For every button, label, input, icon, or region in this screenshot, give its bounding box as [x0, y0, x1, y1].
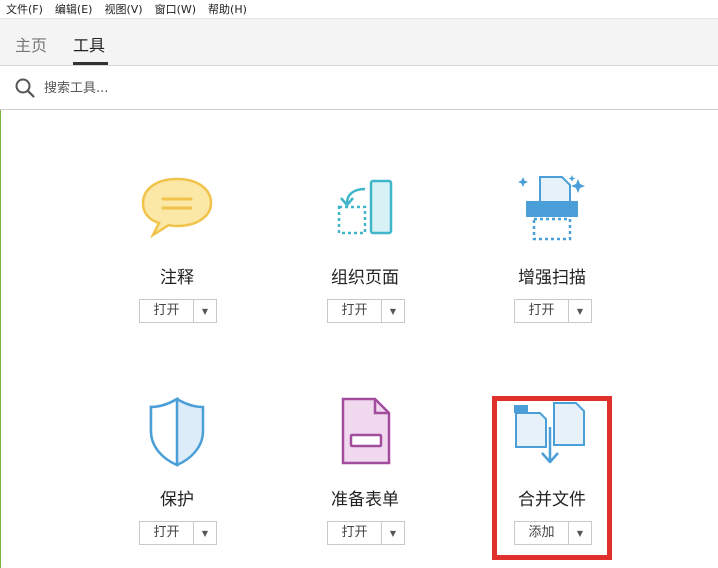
menu-help[interactable]: 帮助(H) [208, 1, 247, 17]
open-button-group: 打开 ▼ [139, 521, 217, 545]
prepare-form-icon[interactable] [325, 397, 405, 469]
enhance-scan-icon[interactable] [512, 175, 592, 247]
tool-label: 保护 [160, 490, 194, 510]
tool-label: 准备表单 [331, 490, 399, 510]
menu-view[interactable]: 视图(V) [104, 1, 142, 17]
tool-organize-pages: 组织页面 打开 ▼ [285, 175, 445, 345]
tool-enhance-scan: 增强扫描 打开 ▼ [472, 175, 632, 345]
open-button[interactable]: 打开 [140, 300, 194, 322]
open-button-group: 打开 ▼ [514, 299, 592, 323]
organize-pages-icon[interactable] [325, 175, 405, 247]
tool-protect: 保护 打开 ▼ [97, 397, 257, 567]
window-edge [0, 110, 1, 568]
open-button-group: 打开 ▼ [327, 521, 405, 545]
menu-file[interactable]: 文件(F) [6, 1, 43, 17]
tool-prepare-form: 准备表单 打开 ▼ [285, 397, 445, 567]
open-button[interactable]: 打开 [140, 522, 194, 544]
menu-edit[interactable]: 编辑(E) [55, 1, 93, 17]
tool-comment: 注释 打开 ▼ [97, 175, 257, 345]
chevron-down-icon[interactable]: ▼ [194, 300, 216, 322]
highlight-box [492, 396, 612, 560]
shield-icon[interactable] [137, 397, 217, 469]
open-button[interactable]: 打开 [328, 522, 382, 544]
tool-label: 组织页面 [331, 268, 399, 288]
comment-icon[interactable] [137, 175, 217, 247]
chevron-down-icon[interactable]: ▼ [194, 522, 216, 544]
chevron-down-icon[interactable]: ▼ [569, 300, 591, 322]
search-icon[interactable] [14, 77, 36, 99]
open-button[interactable]: 打开 [515, 300, 569, 322]
menu-window[interactable]: 窗口(W) [155, 1, 196, 17]
open-button-group: 打开 ▼ [327, 299, 405, 323]
tool-label: 注释 [160, 268, 194, 288]
menu-bar: 文件(F) 编辑(E) 视图(V) 窗口(W) 帮助(H) [0, 0, 718, 19]
tab-bar: 主页 工具 [0, 19, 718, 66]
search-input[interactable] [44, 78, 344, 98]
tool-label: 增强扫描 [518, 268, 586, 288]
open-button[interactable]: 打开 [328, 300, 382, 322]
open-button-group: 打开 ▼ [139, 299, 217, 323]
tab-home[interactable]: 主页 [15, 32, 47, 56]
chevron-down-icon[interactable]: ▼ [382, 300, 404, 322]
chevron-down-icon[interactable]: ▼ [382, 522, 404, 544]
active-tab-indicator [73, 62, 108, 65]
tab-tools[interactable]: 工具 [73, 32, 105, 56]
search-bar [0, 67, 718, 110]
